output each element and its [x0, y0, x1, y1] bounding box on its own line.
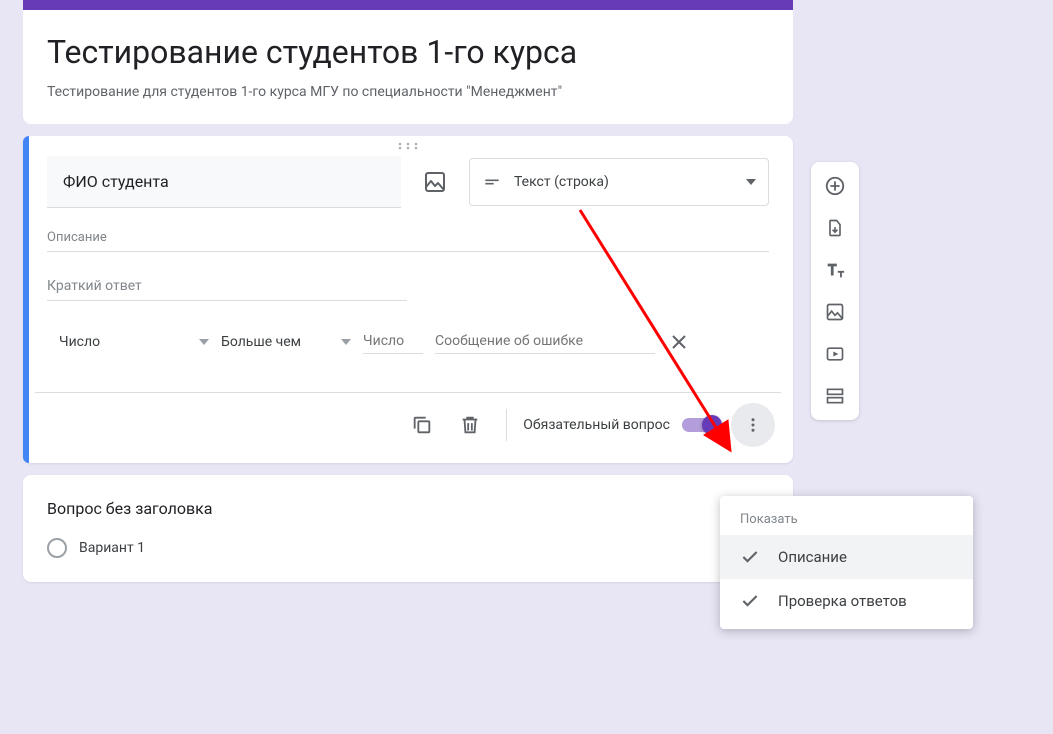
validation-remove-icon[interactable]: [667, 330, 691, 354]
option-label: Вариант 1: [79, 540, 145, 556]
more-options-popup: Показать Описание Проверка ответов: [720, 496, 973, 629]
description-field[interactable]: Описание: [47, 224, 769, 252]
form-header-card: Тестирование студентов 1-го курса Тестир…: [23, 0, 793, 124]
validation-condition-label: Больше чем: [221, 334, 301, 350]
validation-row: Число Больше чем: [23, 301, 793, 374]
required-label: Обязательный вопрос: [523, 417, 670, 433]
form-title[interactable]: Тестирование студентов 1-го курса: [47, 32, 769, 72]
add-section-icon[interactable]: [821, 382, 849, 410]
check-icon: [740, 591, 760, 611]
validation-type-label: Число: [59, 334, 100, 350]
add-question-icon[interactable]: [821, 172, 849, 200]
question-title-input[interactable]: [47, 156, 401, 208]
question-type-select[interactable]: Текст (строка): [469, 158, 769, 206]
question-card-active: Текст (строка) Описание Краткий ответ Чи…: [23, 136, 793, 463]
form-description[interactable]: Тестирование для студентов 1-го курса МГ…: [47, 84, 769, 100]
radio-icon: [47, 538, 67, 558]
popup-item-label: Описание: [778, 548, 847, 566]
option-row: Вариант 1: [47, 538, 769, 558]
import-questions-icon[interactable]: [821, 214, 849, 242]
check-icon: [740, 547, 760, 567]
add-title-icon[interactable]: [821, 256, 849, 284]
short-text-icon: [482, 172, 502, 192]
validation-type-select[interactable]: Число: [59, 334, 209, 350]
validation-number-input[interactable]: [363, 329, 423, 354]
chevron-down-icon: [341, 339, 351, 345]
drag-handle-icon[interactable]: [23, 136, 793, 156]
popup-item-validation[interactable]: Проверка ответов: [720, 579, 973, 623]
validation-condition-select[interactable]: Больше чем: [221, 334, 351, 350]
duplicate-icon[interactable]: [402, 405, 442, 445]
delete-icon[interactable]: [450, 405, 490, 445]
floating-toolbar: [811, 162, 859, 420]
add-image-sidebar-icon[interactable]: [821, 298, 849, 326]
popup-item-description[interactable]: Описание: [720, 535, 973, 579]
chevron-down-icon: [746, 179, 756, 185]
validation-error-input[interactable]: [435, 329, 655, 354]
question-type-label: Текст (строка): [514, 174, 609, 190]
popup-heading: Показать: [720, 506, 973, 535]
question-title-static: Вопрос без заголовка: [47, 499, 769, 518]
short-answer-preview: Краткий ответ: [47, 272, 407, 301]
add-video-icon[interactable]: [821, 340, 849, 368]
add-image-icon[interactable]: [417, 164, 453, 200]
footer-divider: [506, 409, 507, 441]
question-footer: Обязательный вопрос: [35, 392, 781, 463]
required-toggle[interactable]: [682, 418, 719, 432]
question-card-inactive[interactable]: Вопрос без заголовка Вариант 1: [23, 475, 793, 582]
chevron-down-icon: [199, 339, 209, 345]
more-options-icon[interactable]: [731, 403, 775, 447]
popup-item-label: Проверка ответов: [778, 592, 907, 610]
